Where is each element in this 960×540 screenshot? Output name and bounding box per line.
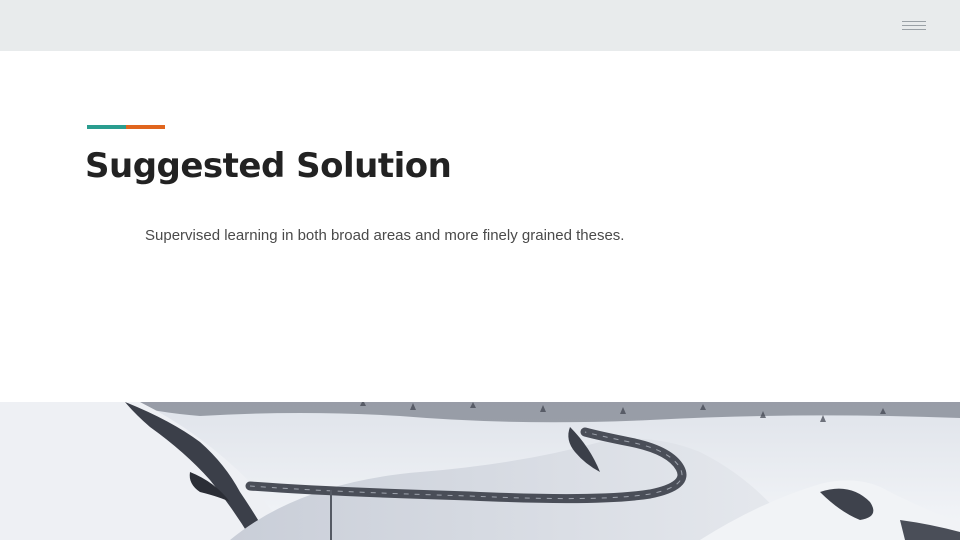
header-band xyxy=(0,0,960,51)
title-accent-bar xyxy=(87,125,165,129)
slide: Suggested Solution Supervised learning i… xyxy=(0,0,960,540)
hamburger-menu-icon[interactable] xyxy=(902,21,926,31)
accent-teal-segment xyxy=(87,125,126,129)
slide-body-text: Supervised learning in both broad areas … xyxy=(145,227,625,244)
slide-title: Suggested Solution xyxy=(85,146,452,186)
accent-orange-segment xyxy=(126,125,165,129)
snowy-mountain-road-photo xyxy=(0,402,960,540)
